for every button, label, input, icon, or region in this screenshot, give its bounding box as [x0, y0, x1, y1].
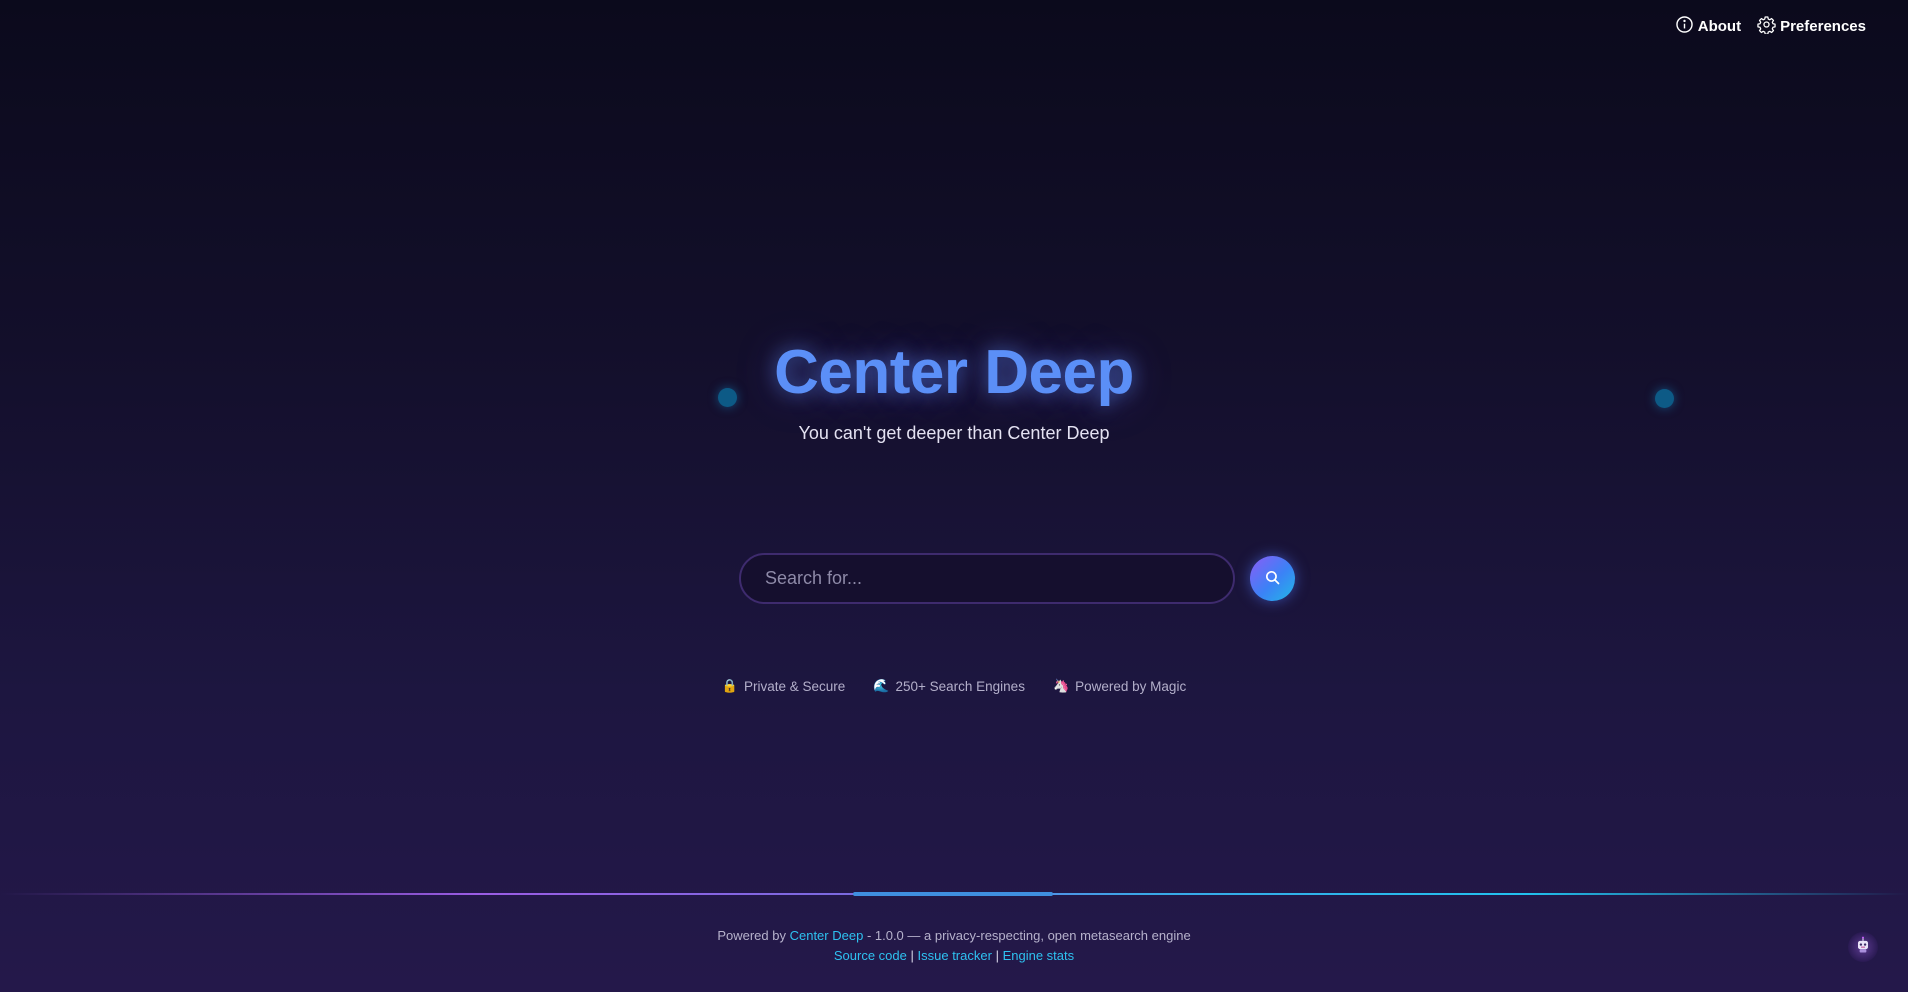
search-button[interactable]	[1250, 556, 1295, 601]
footer: Powered by Center Deep - 1.0.0 — a priva…	[0, 926, 1908, 966]
source-code-link[interactable]: Source code	[834, 948, 907, 963]
feature-private: 🔒 Private & Secure	[722, 678, 845, 694]
feature-magic: 🦄 Powered by Magic	[1053, 678, 1186, 694]
robot-mascot-icon	[1853, 935, 1873, 960]
footer-powered-prefix: Powered by	[717, 928, 786, 943]
wave-icon: 🌊	[873, 678, 890, 693]
about-link[interactable]: About	[1675, 15, 1741, 38]
lock-icon: 🔒	[721, 678, 738, 693]
footer-separator: |	[995, 948, 999, 963]
top-bar: About Preferences	[0, 0, 1908, 50]
search-input[interactable]	[739, 553, 1235, 604]
info-icon	[1675, 15, 1694, 38]
feature-list: 🔒 Private & Secure 🌊 250+ Search Engines…	[0, 678, 1908, 694]
footer-divider-accent	[853, 892, 1053, 896]
top-nav: About Preferences	[1675, 15, 1866, 38]
unicorn-icon: 🦄	[1052, 678, 1070, 693]
preferences-link[interactable]: Preferences	[1757, 15, 1866, 38]
search-icon	[1264, 569, 1281, 589]
feature-engines: 🌊 250+ Search Engines	[873, 678, 1025, 694]
tagline: You can't get deeper than Center Deep	[798, 423, 1110, 443]
feature-label: Private & Secure	[743, 678, 846, 694]
footer-separator: |	[910, 948, 914, 963]
feature-label: Powered by Magic	[1075, 678, 1187, 694]
footer-version-text: - 1.0.0 — a privacy-respecting, open met…	[866, 928, 1191, 943]
preferences-label: Preferences	[1780, 18, 1866, 35]
about-label: About	[1697, 18, 1742, 35]
page-title: Center Deep	[774, 338, 1134, 407]
footer-links: Source code | Issue tracker | Engine sta…	[0, 946, 1908, 966]
feature-label: 250+ Search Engines	[895, 678, 1025, 694]
mascot-button[interactable]	[1848, 932, 1878, 962]
engine-stats-link[interactable]: Engine stats	[1003, 948, 1075, 963]
gear-icon	[1757, 15, 1776, 38]
issue-tracker-link[interactable]: Issue tracker	[918, 948, 992, 963]
hero: Center Deep You can't get deeper than Ce…	[0, 335, 1908, 445]
search-form	[739, 553, 1295, 604]
footer-powered-line: Powered by Center Deep - 1.0.0 — a priva…	[0, 926, 1908, 946]
footer-brand-link[interactable]: Center Deep	[790, 928, 864, 943]
